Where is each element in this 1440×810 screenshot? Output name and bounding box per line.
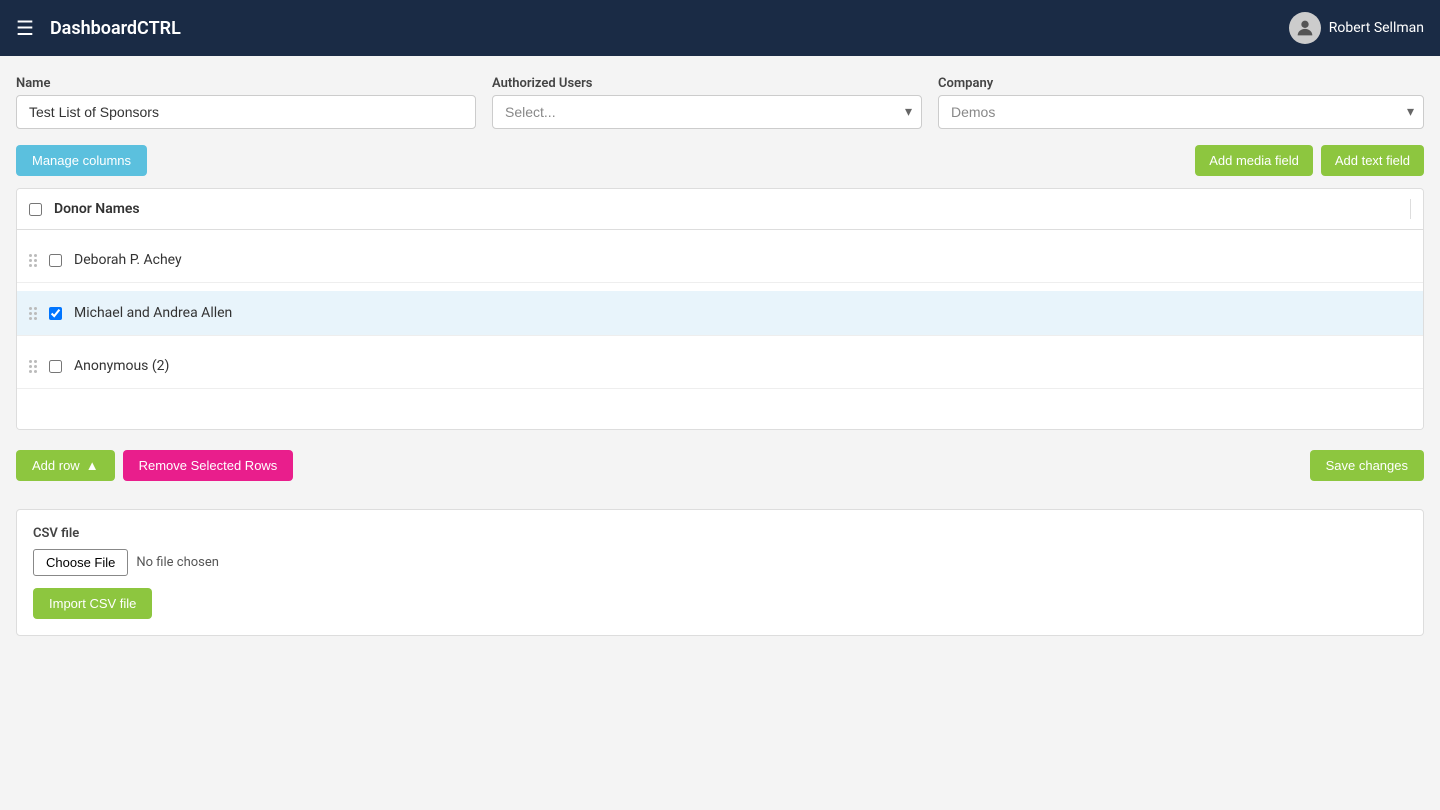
authorized-users-label: Authorized Users bbox=[492, 76, 922, 91]
nav-left: ☰ DashboardCTRL bbox=[16, 16, 181, 40]
authorized-users-group: Authorized Users Select... ▾ bbox=[492, 76, 922, 129]
add-row-button[interactable]: Add row ▲ bbox=[16, 450, 115, 481]
authorized-users-select[interactable]: Select... bbox=[492, 95, 922, 129]
column-header-donor-names: Donor Names bbox=[54, 201, 140, 217]
import-csv-button[interactable]: Import CSV file bbox=[33, 588, 152, 619]
table-row[interactable]: Deborah P. Achey bbox=[17, 238, 1423, 283]
company-select[interactable]: Demos Other bbox=[938, 95, 1424, 129]
brand-name: DashboardCTRL bbox=[50, 18, 181, 39]
choose-file-button[interactable]: Choose File bbox=[33, 549, 128, 576]
top-navigation: ☰ DashboardCTRL Robert Sellman bbox=[0, 0, 1440, 56]
row-checkbox[interactable] bbox=[49, 254, 62, 267]
row-donor-name: Michael and Andrea Allen bbox=[74, 305, 232, 321]
select-all-checkbox[interactable] bbox=[29, 203, 42, 216]
company-field-group: Company Demos Other ▾ bbox=[938, 76, 1424, 129]
drag-handle-icon bbox=[29, 360, 37, 373]
column-divider bbox=[1410, 199, 1411, 219]
company-select-wrapper: Demos Other ▾ bbox=[938, 95, 1424, 129]
toolbar-right: Add media field Add text field bbox=[1195, 145, 1424, 176]
hamburger-icon[interactable]: ☰ bbox=[16, 16, 34, 40]
row-checkbox[interactable] bbox=[49, 307, 62, 320]
drag-handle-icon bbox=[29, 254, 37, 267]
add-row-label: Add row bbox=[32, 458, 80, 473]
csv-label: CSV file bbox=[33, 526, 1407, 541]
avatar bbox=[1289, 12, 1321, 44]
name-input[interactable] bbox=[16, 95, 476, 129]
user-name: Robert Sellman bbox=[1329, 20, 1424, 36]
no-file-text: No file chosen bbox=[136, 555, 219, 570]
main-content: Name Authorized Users Select... ▾ Compan… bbox=[0, 56, 1440, 672]
row-donor-name: Anonymous (2) bbox=[74, 358, 169, 374]
action-row: Add row ▲ Remove Selected Rows Save chan… bbox=[16, 442, 1424, 489]
nav-right: Robert Sellman bbox=[1289, 12, 1424, 44]
table-body: Deborah P. Achey Michael and Andrea Alle… bbox=[17, 230, 1423, 429]
data-table: Donor Names Deborah P. Achey bbox=[16, 188, 1424, 430]
row-donor-name: Deborah P. Achey bbox=[74, 252, 182, 268]
table-row[interactable]: Michael and Andrea Allen bbox=[17, 291, 1423, 336]
file-input-row: Choose File No file chosen bbox=[33, 549, 1407, 576]
add-row-icon: ▲ bbox=[86, 458, 99, 473]
company-label: Company bbox=[938, 76, 1424, 91]
name-label: Name bbox=[16, 76, 476, 91]
table-row[interactable]: Anonymous (2) bbox=[17, 344, 1423, 389]
row-checkbox[interactable] bbox=[49, 360, 62, 373]
remove-selected-rows-button[interactable]: Remove Selected Rows bbox=[123, 450, 294, 481]
manage-columns-button[interactable]: Manage columns bbox=[16, 145, 147, 176]
drag-handle-icon bbox=[29, 307, 37, 320]
table-header: Donor Names bbox=[17, 189, 1423, 230]
authorized-users-select-wrapper: Select... ▾ bbox=[492, 95, 922, 129]
add-text-field-button[interactable]: Add text field bbox=[1321, 145, 1424, 176]
toolbar-row: Manage columns Add media field Add text … bbox=[16, 145, 1424, 176]
add-media-field-button[interactable]: Add media field bbox=[1195, 145, 1313, 176]
form-row: Name Authorized Users Select... ▾ Compan… bbox=[16, 76, 1424, 129]
save-changes-button[interactable]: Save changes bbox=[1310, 450, 1424, 481]
name-field-group: Name bbox=[16, 76, 476, 129]
action-left: Add row ▲ Remove Selected Rows bbox=[16, 450, 293, 481]
csv-section: CSV file Choose File No file chosen Impo… bbox=[16, 509, 1424, 636]
